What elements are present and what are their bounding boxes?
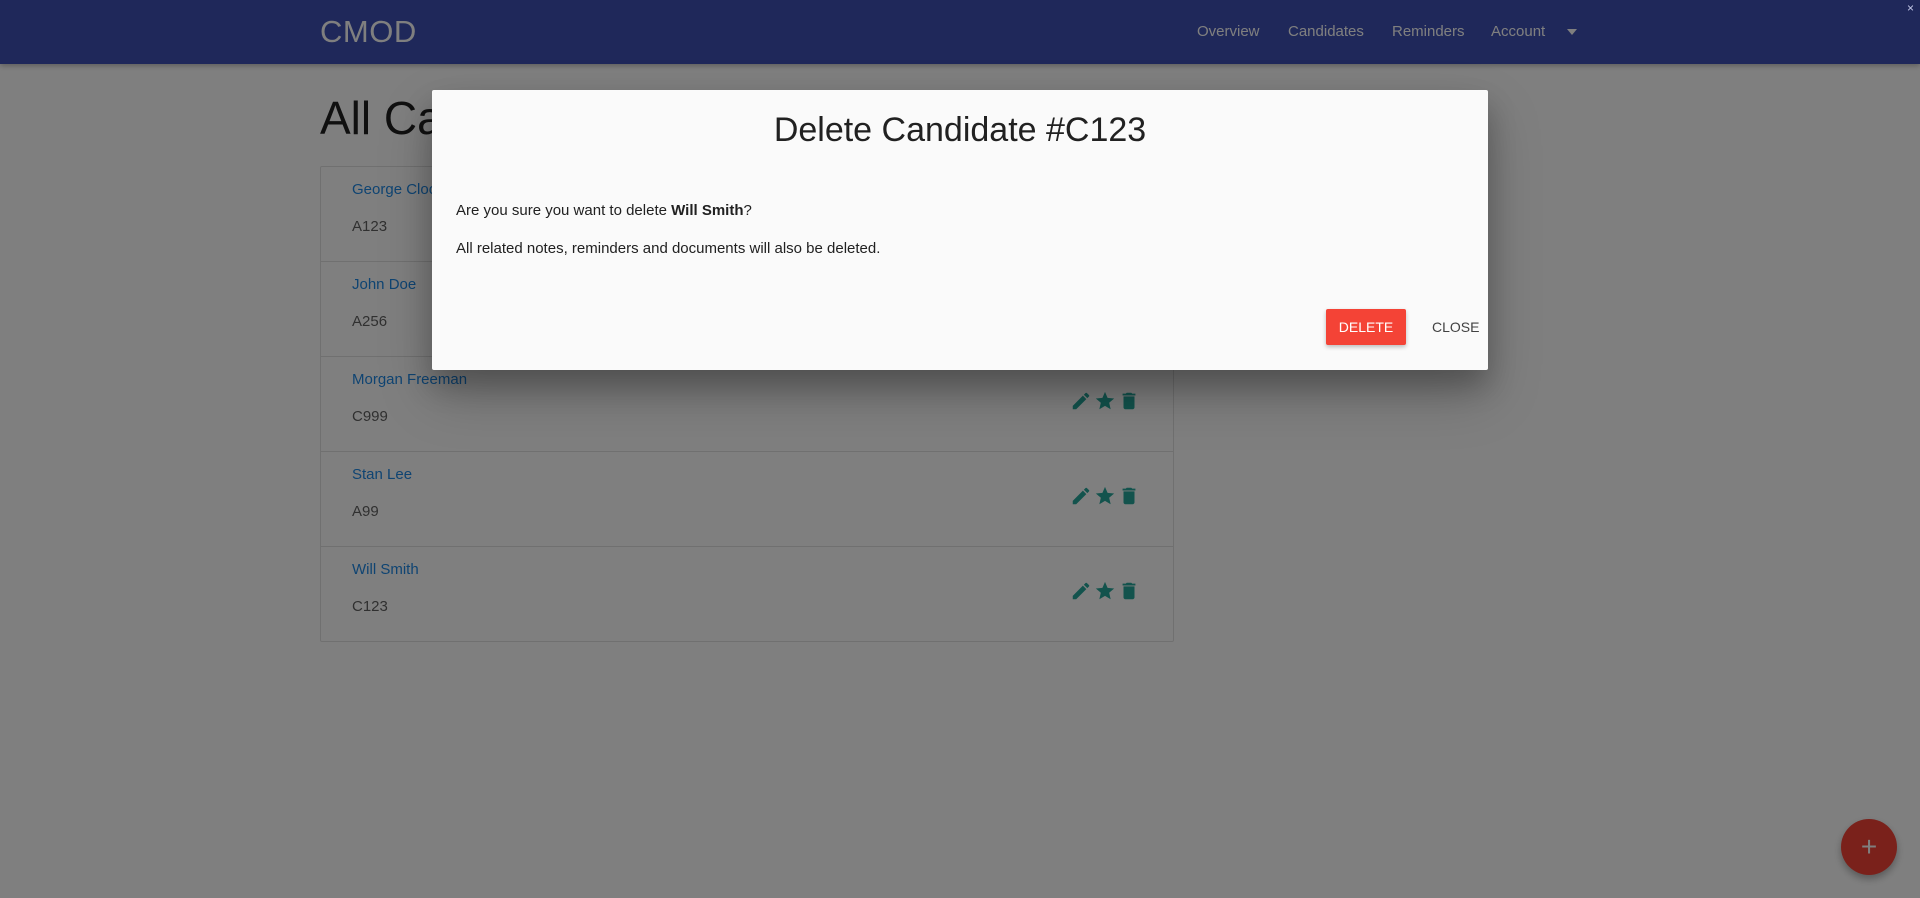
close-modal-button[interactable]: CLOSE	[1432, 309, 1479, 345]
overlay-close-icon[interactable]: ×	[1907, 2, 1915, 14]
modal-question: Are you sure you want to delete Will Smi…	[456, 202, 752, 219]
candidate-name: Will Smith	[671, 202, 744, 219]
question-suffix: ?	[743, 202, 752, 219]
modal-title: Delete Candidate #C123	[773, 111, 1147, 149]
modal-note: All related notes, reminders and documen…	[456, 240, 881, 257]
question-prefix: Are you sure you want to delete	[456, 202, 672, 219]
delete-candidate-modal: Delete Candidate #C123 Are you sure you …	[432, 90, 1488, 370]
confirm-delete-button[interactable]: DELETE	[1326, 309, 1406, 345]
